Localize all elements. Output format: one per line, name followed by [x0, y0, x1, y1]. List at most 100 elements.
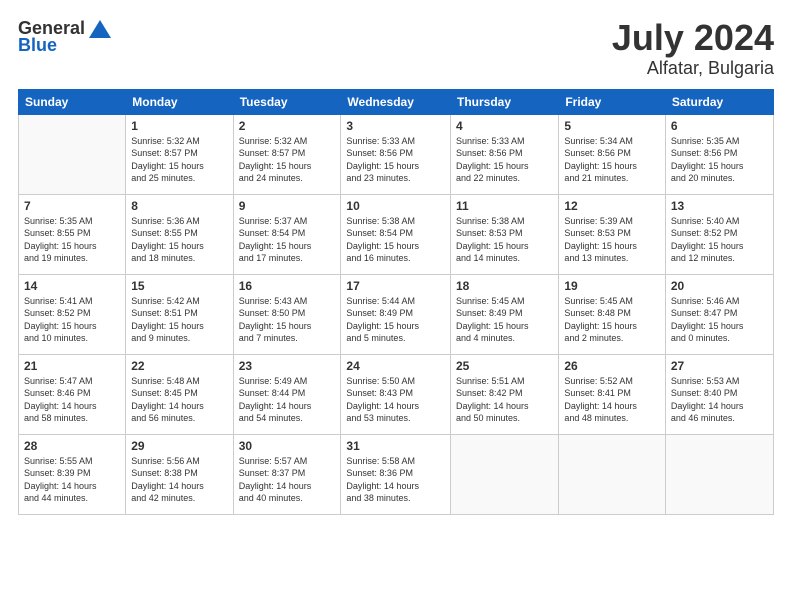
header-friday: Friday: [559, 89, 666, 114]
day-info: Sunrise: 5:37 AM Sunset: 8:54 PM Dayligh…: [239, 215, 336, 265]
day-number: 4: [456, 119, 553, 133]
day-info: Sunrise: 5:58 AM Sunset: 8:36 PM Dayligh…: [346, 455, 445, 505]
day-number: 2: [239, 119, 336, 133]
table-row: 19 Sunrise: 5:45 AM Sunset: 8:48 PM Dayli…: [559, 274, 666, 354]
table-row: 1 Sunrise: 5:32 AM Sunset: 8:57 PM Daylig…: [126, 114, 233, 194]
table-row: 30 Sunrise: 5:57 AM Sunset: 8:37 PM Dayli…: [233, 434, 341, 514]
day-info: Sunrise: 5:44 AM Sunset: 8:49 PM Dayligh…: [346, 295, 445, 345]
header-monday: Monday: [126, 89, 233, 114]
day-number: 20: [671, 279, 768, 293]
table-row: 17Sunrise: 5:44 AM Sunset: 8:49 PM Dayli…: [341, 274, 451, 354]
day-number: 31: [346, 439, 445, 453]
table-row: 5 Sunrise: 5:34 AM Sunset: 8:56 PM Daylig…: [559, 114, 666, 194]
table-row: 3 Sunrise: 5:33 AM Sunset: 8:56 PM Daylig…: [341, 114, 451, 194]
day-number: 25: [456, 359, 553, 373]
day-info: Sunrise: 5:50 AM Sunset: 8:43 PM Dayligh…: [346, 375, 445, 425]
day-number: 18: [456, 279, 553, 293]
table-row: 6Sunrise: 5:35 AM Sunset: 8:56 PM Daylig…: [665, 114, 773, 194]
day-info: Sunrise: 5:32 AM Sunset: 8:57 PM Dayligh…: [239, 135, 336, 185]
day-number: 22: [131, 359, 227, 373]
day-info: Sunrise: 5:36 AM Sunset: 8:55 PM Dayligh…: [131, 215, 227, 265]
day-number: 6: [671, 119, 768, 133]
calendar: Sunday Monday Tuesday Wednesday Thursday…: [18, 89, 774, 515]
table-row: 22 Sunrise: 5:48 AM Sunset: 8:45 PM Dayli…: [126, 354, 233, 434]
day-info: Sunrise: 5:40 AM Sunset: 8:52 PM Dayligh…: [671, 215, 768, 265]
day-info: Sunrise: 5:34 AM Sunset: 8:56 PM Dayligh…: [564, 135, 660, 185]
month-title: July 2024: [612, 18, 774, 58]
table-row: 28 Sunrise: 5:55 AM Sunset: 8:39 PM Dayli…: [19, 434, 126, 514]
day-info: Sunrise: 5:48 AM Sunset: 8:45 PM Dayligh…: [131, 375, 227, 425]
table-row: 7Sunrise: 5:35 AM Sunset: 8:55 PM Daylig…: [19, 194, 126, 274]
table-row: 4 Sunrise: 5:33 AM Sunset: 8:56 PM Daylig…: [451, 114, 559, 194]
day-info: Sunrise: 5:38 AM Sunset: 8:53 PM Dayligh…: [456, 215, 553, 265]
day-number: 30: [239, 439, 336, 453]
table-row: [451, 434, 559, 514]
calendar-week-4: 21Sunrise: 5:47 AM Sunset: 8:46 PM Dayli…: [19, 354, 774, 434]
header-sunday: Sunday: [19, 89, 126, 114]
day-number: 12: [564, 199, 660, 213]
day-info: Sunrise: 5:52 AM Sunset: 8:41 PM Dayligh…: [564, 375, 660, 425]
header-wednesday: Wednesday: [341, 89, 451, 114]
logo: General Blue: [18, 18, 111, 56]
table-row: [19, 114, 126, 194]
logo-blue: Blue: [18, 35, 57, 56]
day-info: Sunrise: 5:33 AM Sunset: 8:56 PM Dayligh…: [346, 135, 445, 185]
day-info: Sunrise: 5:55 AM Sunset: 8:39 PM Dayligh…: [24, 455, 120, 505]
table-row: 14Sunrise: 5:41 AM Sunset: 8:52 PM Dayli…: [19, 274, 126, 354]
day-number: 27: [671, 359, 768, 373]
table-row: [665, 434, 773, 514]
day-info: Sunrise: 5:33 AM Sunset: 8:56 PM Dayligh…: [456, 135, 553, 185]
table-row: 24 Sunrise: 5:50 AM Sunset: 8:43 PM Dayli…: [341, 354, 451, 434]
day-info: Sunrise: 5:39 AM Sunset: 8:53 PM Dayligh…: [564, 215, 660, 265]
day-number: 13: [671, 199, 768, 213]
day-number: 28: [24, 439, 120, 453]
day-number: 29: [131, 439, 227, 453]
table-row: 15Sunrise: 5:42 AM Sunset: 8:51 PM Dayli…: [126, 274, 233, 354]
table-row: 21Sunrise: 5:47 AM Sunset: 8:46 PM Dayli…: [19, 354, 126, 434]
table-row: 31 Sunrise: 5:58 AM Sunset: 8:36 PM Dayli…: [341, 434, 451, 514]
day-number: 10: [346, 199, 445, 213]
day-number: 23: [239, 359, 336, 373]
day-info: Sunrise: 5:32 AM Sunset: 8:57 PM Dayligh…: [131, 135, 227, 185]
day-number: 24: [346, 359, 445, 373]
header-thursday: Thursday: [451, 89, 559, 114]
table-row: 16 Sunrise: 5:43 AM Sunset: 8:50 PM Dayli…: [233, 274, 341, 354]
day-info: Sunrise: 5:45 AM Sunset: 8:48 PM Dayligh…: [564, 295, 660, 345]
day-info: Sunrise: 5:56 AM Sunset: 8:38 PM Dayligh…: [131, 455, 227, 505]
day-info: Sunrise: 5:51 AM Sunset: 8:42 PM Dayligh…: [456, 375, 553, 425]
calendar-week-2: 7Sunrise: 5:35 AM Sunset: 8:55 PM Daylig…: [19, 194, 774, 274]
day-info: Sunrise: 5:57 AM Sunset: 8:37 PM Dayligh…: [239, 455, 336, 505]
table-row: 26 Sunrise: 5:52 AM Sunset: 8:41 PM Dayli…: [559, 354, 666, 434]
day-info: Sunrise: 5:41 AM Sunset: 8:52 PM Dayligh…: [24, 295, 120, 345]
table-row: 8Sunrise: 5:36 AM Sunset: 8:55 PM Daylig…: [126, 194, 233, 274]
table-row: 25 Sunrise: 5:51 AM Sunset: 8:42 PM Dayli…: [451, 354, 559, 434]
day-number: 26: [564, 359, 660, 373]
day-info: Sunrise: 5:47 AM Sunset: 8:46 PM Dayligh…: [24, 375, 120, 425]
day-info: Sunrise: 5:43 AM Sunset: 8:50 PM Dayligh…: [239, 295, 336, 345]
day-info: Sunrise: 5:49 AM Sunset: 8:44 PM Dayligh…: [239, 375, 336, 425]
weekday-header-row: Sunday Monday Tuesday Wednesday Thursday…: [19, 89, 774, 114]
page: General Blue July 2024 Alfatar, Bulgaria…: [0, 0, 792, 612]
header-saturday: Saturday: [665, 89, 773, 114]
day-number: 3: [346, 119, 445, 133]
header-tuesday: Tuesday: [233, 89, 341, 114]
table-row: 18 Sunrise: 5:45 AM Sunset: 8:49 PM Dayli…: [451, 274, 559, 354]
day-number: 11: [456, 199, 553, 213]
header: General Blue July 2024 Alfatar, Bulgaria: [18, 18, 774, 79]
day-info: Sunrise: 5:45 AM Sunset: 8:49 PM Dayligh…: [456, 295, 553, 345]
table-row: 9Sunrise: 5:37 AM Sunset: 8:54 PM Daylig…: [233, 194, 341, 274]
table-row: 23 Sunrise: 5:49 AM Sunset: 8:44 PM Dayli…: [233, 354, 341, 434]
day-number: 19: [564, 279, 660, 293]
table-row: 13 Sunrise: 5:40 AM Sunset: 8:52 PM Dayli…: [665, 194, 773, 274]
table-row: 20 Sunrise: 5:46 AM Sunset: 8:47 PM Dayli…: [665, 274, 773, 354]
calendar-week-1: 1 Sunrise: 5:32 AM Sunset: 8:57 PM Daylig…: [19, 114, 774, 194]
table-row: [559, 434, 666, 514]
day-number: 5: [564, 119, 660, 133]
day-number: 1: [131, 119, 227, 133]
day-info: Sunrise: 5:38 AM Sunset: 8:54 PM Dayligh…: [346, 215, 445, 265]
day-info: Sunrise: 5:53 AM Sunset: 8:40 PM Dayligh…: [671, 375, 768, 425]
day-info: Sunrise: 5:42 AM Sunset: 8:51 PM Dayligh…: [131, 295, 227, 345]
location-title: Alfatar, Bulgaria: [612, 58, 774, 79]
day-number: 16: [239, 279, 336, 293]
day-info: Sunrise: 5:46 AM Sunset: 8:47 PM Dayligh…: [671, 295, 768, 345]
